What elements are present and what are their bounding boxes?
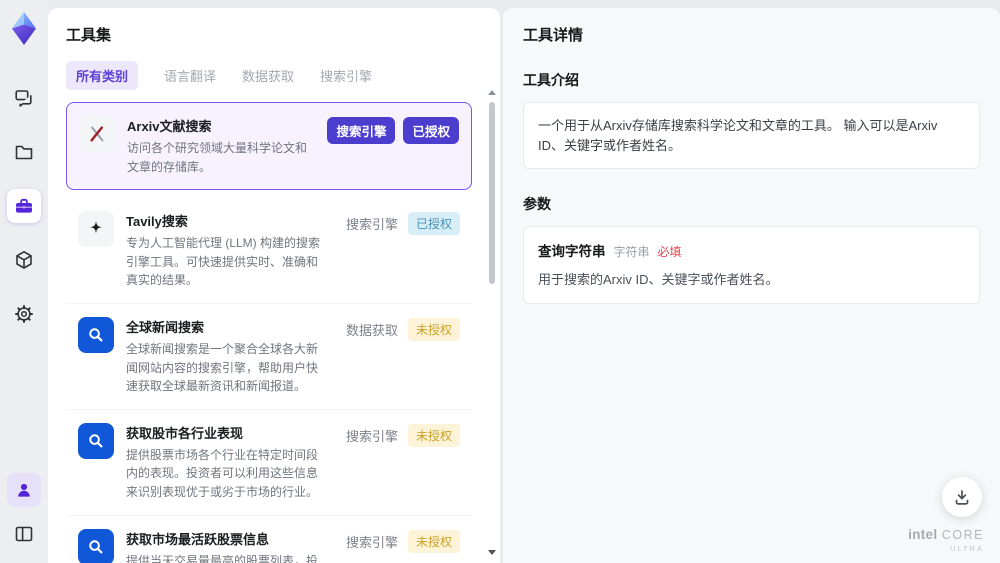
tool-category-label: 数据获取 <box>345 322 398 338</box>
rail-bottom <box>7 473 41 551</box>
tool-title: 全球新闻搜索 <box>126 319 205 335</box>
rail-nav <box>7 81 41 331</box>
tool-meta: 搜索引擎 已授权 <box>345 212 460 236</box>
scroll-up-arrow-icon[interactable] <box>488 90 496 95</box>
scrollbar-thumb[interactable] <box>489 102 495 284</box>
tool-status-badge: 已授权 <box>403 117 459 144</box>
tool-meta: 搜索引擎 已授权 <box>327 117 459 144</box>
gear-icon <box>15 305 33 323</box>
core-logo-text: CORE <box>941 528 984 543</box>
briefcase-icon <box>16 198 32 213</box>
params-heading: 参数 <box>523 196 551 212</box>
sparkle-icon <box>78 211 114 248</box>
tool-detail-panel: 工具详情 工具介绍 一个用于从Arxiv存储库搜索科学论文和文章的工具。 输入可… <box>503 8 1000 563</box>
tab-category-1[interactable]: 语言翻译 <box>164 61 216 90</box>
tool-meta: 搜索引擎 未授权 <box>345 423 460 447</box>
tool-description: 提供股票市场各个行业在特定时间段内的表现。投资者可以利用这些信息来识别表现优于或… <box>126 447 319 499</box>
collapse-sidebar-button[interactable] <box>7 517 41 551</box>
tool-title: Tavily搜索 <box>126 214 188 230</box>
scroll-down-arrow-icon[interactable] <box>488 550 496 555</box>
tool-text: 获取市场最活跃股票信息 提供当天交易量最高的股票列表，投资者可以利用这些信息来识… <box>126 529 328 563</box>
tool-category-label: 搜索引擎 <box>345 217 398 233</box>
tool-status-badge: 已授权 <box>407 212 460 236</box>
download-icon <box>955 490 969 505</box>
tool-category-label: 搜索引擎 <box>345 534 398 550</box>
intro-heading: 工具介绍 <box>523 72 579 88</box>
panel-columns-icon <box>15 526 33 542</box>
tool-status-badge: 未授权 <box>407 317 460 341</box>
param-box: 查询字符串 字符串 必填 用于搜索的Arxiv ID、关键字或作者姓名。 <box>523 226 980 304</box>
chat-icon <box>15 90 32 107</box>
param-type: 字符串 <box>613 245 650 259</box>
tool-list-item[interactable]: 获取市场最活跃股票信息 提供当天交易量最高的股票列表，投资者可以利用这些信息来识… <box>66 515 472 563</box>
tab-category-2[interactable]: 数据获取 <box>242 61 294 90</box>
tool-description: 专为人工智能代理 (LLM) 构建的搜索引擎工具。可快速提供实时、准确和真实的结… <box>126 236 321 288</box>
intel-logo-text: intel <box>908 527 938 543</box>
tool-meta: 数据获取 未授权 <box>345 317 460 341</box>
tool-list: Arxiv文献搜索 访问各个研究领域大量科学论文和文章的存储库。 搜索引擎 已授… <box>66 102 482 563</box>
tool-title: 获取市场最活跃股票信息 <box>126 531 270 547</box>
download-button[interactable] <box>942 477 982 517</box>
tool-title: 获取股市各行业表现 <box>126 425 244 441</box>
person-icon <box>18 483 30 497</box>
tool-text: Tavily搜索 专为人工智能代理 (LLM) 构建的搜索引擎工具。可快速提供实… <box>126 211 328 290</box>
tool-status-badge: 未授权 <box>407 423 460 447</box>
cube-icon <box>16 251 32 269</box>
toolset-panel: 工具集 所有类别 语言翻译 数据获取 搜索引擎 Arxiv文献搜索 访问各个研究领域大… <box>48 8 500 563</box>
app-logo <box>5 9 43 49</box>
tool-description: 全球新闻搜索是一个聚合全球各大新闻网站内容的搜索引擎，帮助用户快速获取全球最新资… <box>126 341 319 394</box>
stock-app-icon <box>78 528 114 563</box>
left-rail <box>0 0 48 563</box>
ultra-logo-text: ULTRA <box>949 543 984 553</box>
intro-text-box: 一个用于从Arxiv存储库搜索科学论文和文章的工具。 输入可以是Arxiv ID… <box>523 102 980 169</box>
tool-description: 访问各个研究领域大量科学论文和文章的存储库。 <box>127 141 308 174</box>
sidebar-item-files[interactable] <box>7 135 41 169</box>
tool-meta: 搜索引擎 未授权 <box>345 529 460 553</box>
tool-list-item[interactable]: Arxiv文献搜索 访问各个研究领域大量科学论文和文章的存储库。 搜索引擎 已授… <box>66 102 472 191</box>
main-area: 工具集 所有类别 语言翻译 数据获取 搜索引擎 Arxiv文献搜索 访问各个研究领域大… <box>48 8 1000 563</box>
tool-list-item[interactable]: Tavily搜索 专为人工智能代理 (LLM) 构建的搜索引擎工具。可快速提供实… <box>66 198 472 304</box>
sidebar-item-chat[interactable] <box>7 81 41 115</box>
param-head: 查询字符串 字符串 必填 <box>538 240 965 260</box>
diamond-logo-icon <box>12 12 36 45</box>
detail-title: 工具详情 <box>523 27 584 44</box>
tool-text: 全球新闻搜索 全球新闻搜索是一个聚合全球各大新闻网站内容的搜索引擎，帮助用户快速… <box>126 317 328 396</box>
param-description: 用于搜索的Arxiv ID、关键字或作者姓名。 <box>538 272 779 287</box>
arxiv-icon <box>79 116 115 152</box>
tool-list-item[interactable]: 获取股市各行业表现 提供股票市场各个行业在特定时间段内的表现。投资者可以利用这些… <box>66 409 472 516</box>
tool-description: 提供当天交易量最高的股票列表，投资者可以利用这些信息来识别流动性强的股票和潜在的… <box>126 553 319 563</box>
tool-text: Arxiv文献搜索 访问各个研究领域大量科学论文和文章的存储库。 <box>127 116 309 176</box>
user-avatar[interactable] <box>7 473 41 507</box>
tab-category-0[interactable]: 所有类别 <box>66 61 139 90</box>
tool-title: Arxiv文献搜索 <box>127 119 212 134</box>
intel-core-watermark: intel CORE ULTRA <box>908 526 984 553</box>
tool-list-item[interactable]: 全球新闻搜索 全球新闻搜索是一个聚合全球各大新闻网站内容的搜索引擎，帮助用户快速… <box>66 303 472 410</box>
tool-status-badge: 未授权 <box>407 529 460 553</box>
folder-icon <box>15 145 33 160</box>
category-tabs: 所有类别 语言翻译 数据获取 搜索引擎 <box>66 61 482 90</box>
toolset-title: 工具集 <box>66 27 112 44</box>
news-app-icon <box>78 316 114 353</box>
sidebar-item-settings[interactable] <box>7 297 41 331</box>
tab-category-3[interactable]: 搜索引擎 <box>320 61 372 90</box>
list-scrollbar[interactable] <box>487 88 497 557</box>
stock-app-icon <box>78 422 114 459</box>
sidebar-item-toolbox[interactable] <box>7 189 41 223</box>
param-required-badge: 必填 <box>657 245 682 259</box>
tool-text: 获取股市各行业表现 提供股票市场各个行业在特定时间段内的表现。投资者可以利用这些… <box>126 423 328 502</box>
tool-category-label: 搜索引擎 <box>327 117 396 144</box>
tool-category-label: 搜索引擎 <box>345 428 398 444</box>
param-name: 查询字符串 <box>538 244 606 259</box>
sidebar-item-models[interactable] <box>7 243 41 277</box>
